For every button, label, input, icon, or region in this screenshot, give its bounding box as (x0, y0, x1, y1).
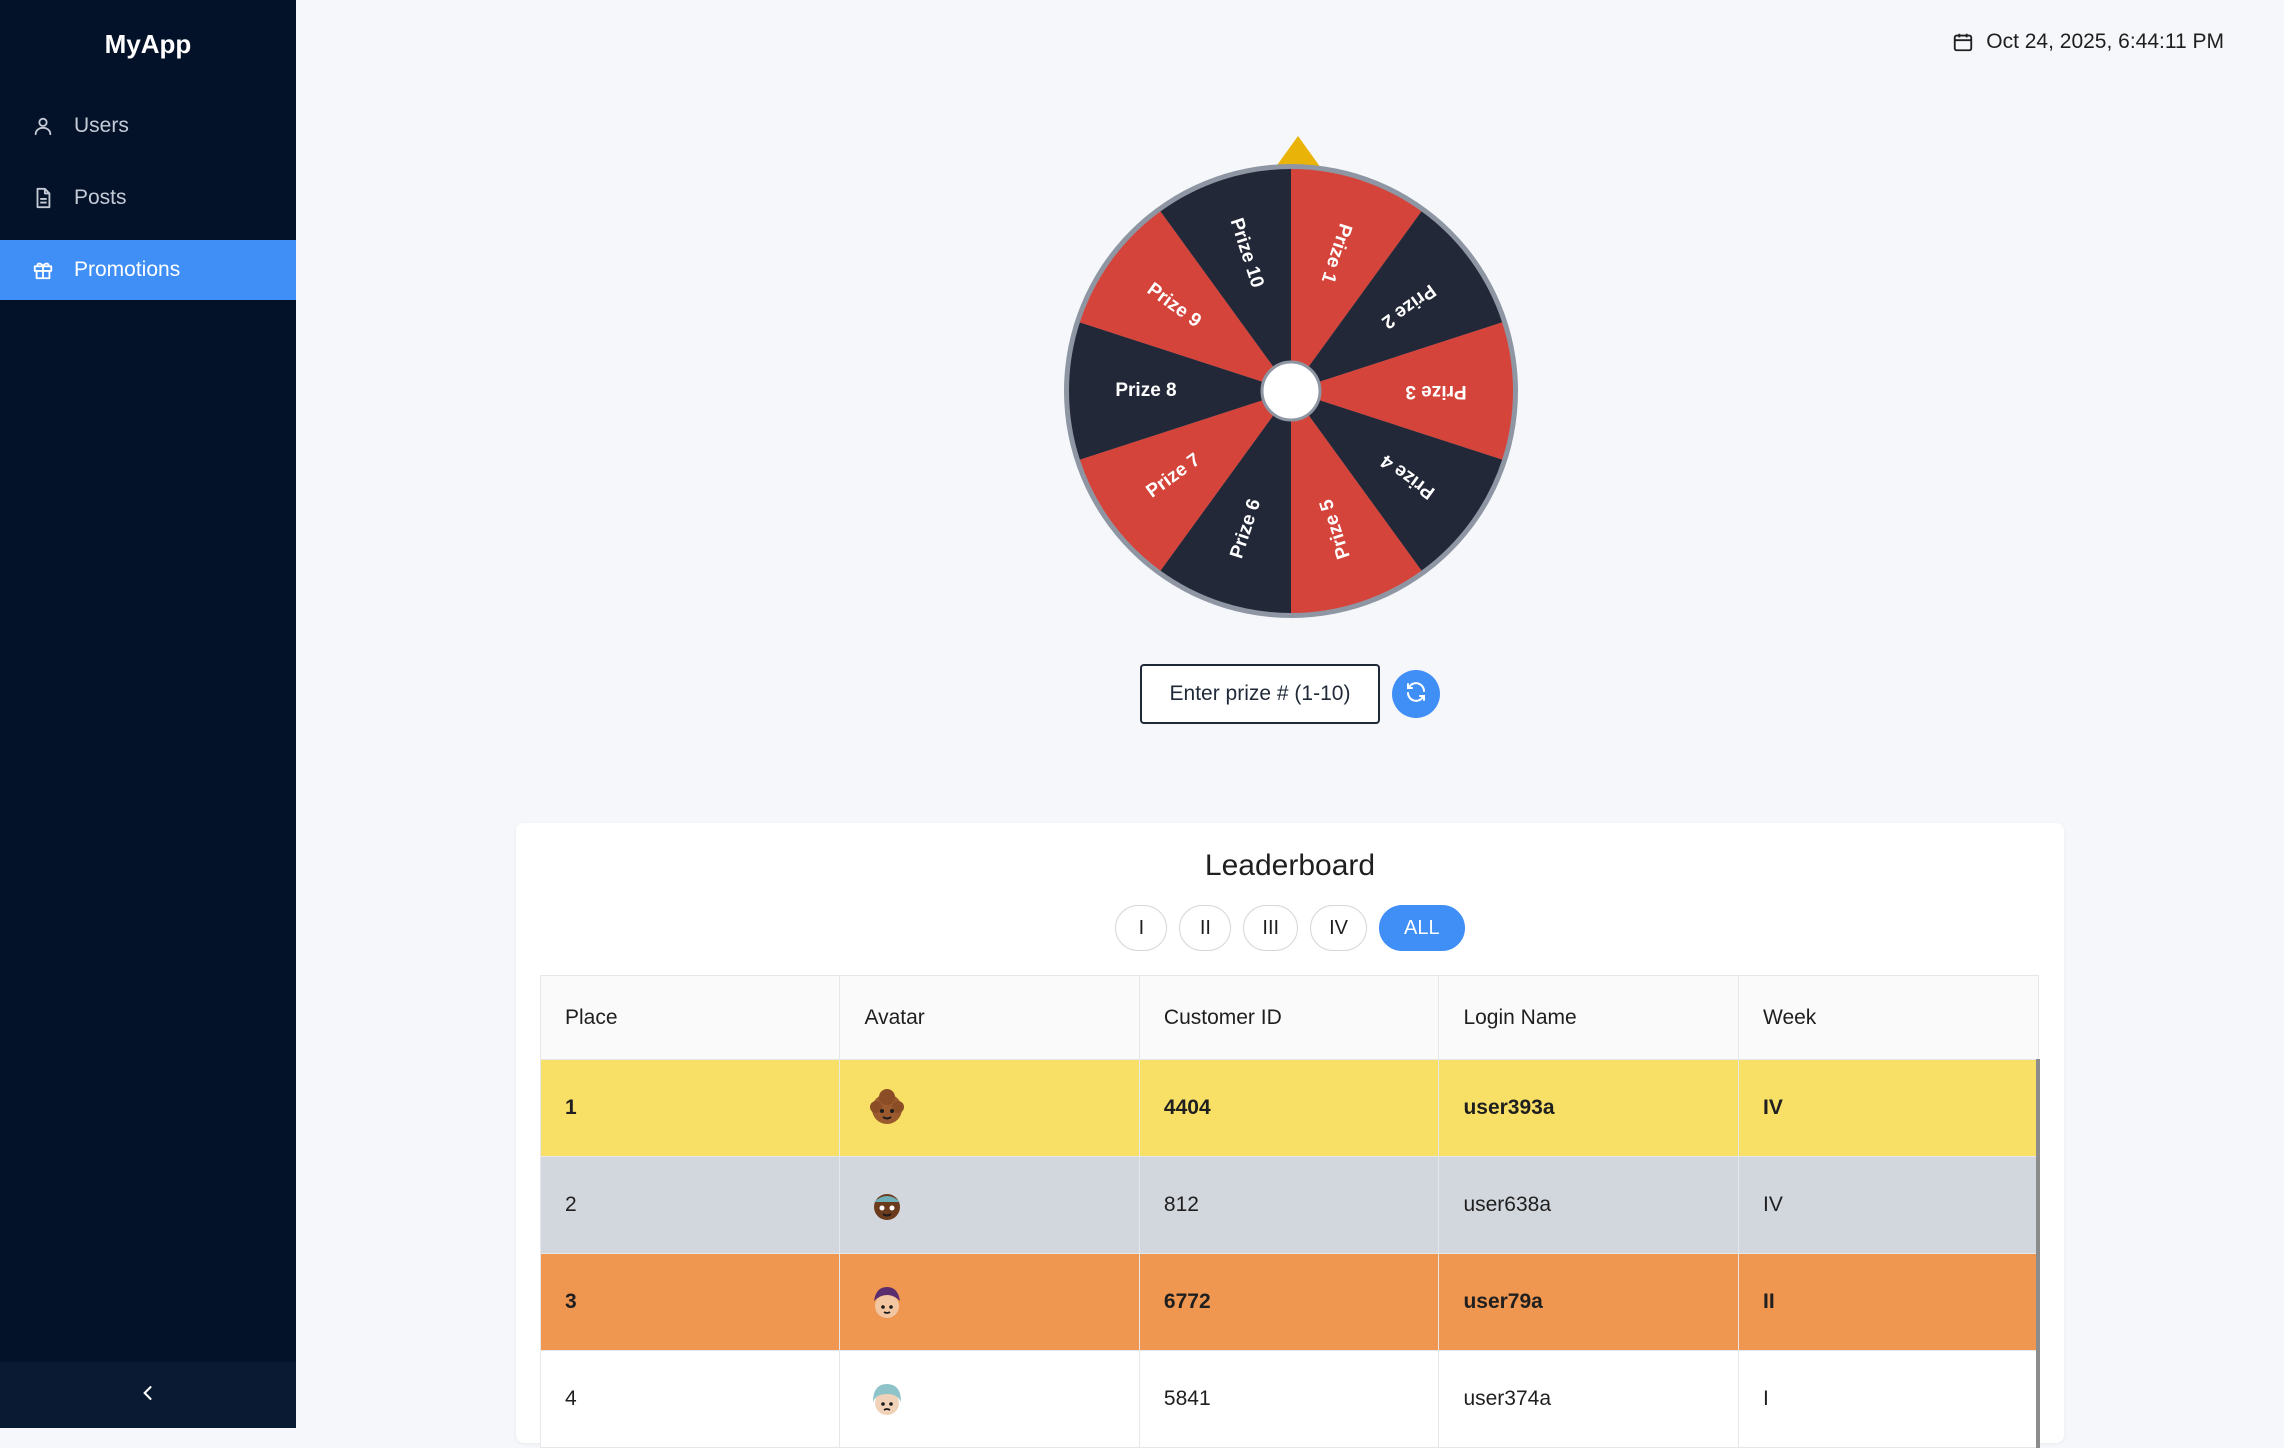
cell-place: 4 (539, 1350, 841, 1448)
table-row[interactable]: 2 812 user638a IV (539, 1156, 2040, 1254)
current-datetime: Oct 24, 2025, 6:44:11 PM (1952, 30, 2224, 54)
avatar-icon (870, 1089, 905, 1124)
sidebar: MyApp Users Posts Promotions (0, 0, 296, 1428)
filter-week-4[interactable]: IV (1310, 905, 1367, 951)
cell-customer-id: 6772 (1138, 1253, 1440, 1351)
cell-place: 3 (539, 1253, 841, 1351)
prize-form (1140, 664, 1440, 724)
sidebar-collapse-button[interactable] (0, 1362, 296, 1428)
column-header-avatar[interactable]: Avatar (839, 975, 1140, 1060)
sidebar-item-users[interactable]: Users (0, 96, 296, 156)
user-icon (32, 115, 54, 137)
prize-number-input[interactable] (1140, 664, 1380, 724)
wheel-prize-label: Prize 3 (1405, 381, 1466, 402)
cell-avatar (839, 1253, 1140, 1351)
cell-place: 2 (539, 1156, 841, 1254)
sidebar-item-posts[interactable]: Posts (0, 168, 296, 228)
sidebar-nav: Users Posts Promotions (0, 96, 296, 300)
cell-place: 1 (539, 1059, 841, 1157)
prize-wheel-graphic: Prize 1Prize 2Prize 3Prize 4Prize 5Prize… (1064, 164, 1518, 618)
sidebar-item-label: Users (74, 114, 129, 137)
wheel-prize-label: Prize 8 (1115, 380, 1176, 401)
calendar-icon (1952, 31, 1974, 53)
app-logo[interactable]: MyApp (0, 0, 296, 88)
table-row[interactable]: 4 5841 user374a I (539, 1350, 2040, 1448)
sidebar-item-promotions[interactable]: Promotions (0, 240, 296, 300)
table-row[interactable]: 3 6772 user79a II (539, 1253, 2040, 1351)
sidebar-item-label: Posts (74, 186, 127, 209)
table-header-row: Place Avatar Customer ID Login Name Week (539, 975, 2039, 1060)
cell-login-name: user79a (1438, 1253, 1739, 1351)
datetime-text: Oct 24, 2025, 6:44:11 PM (1986, 30, 2224, 53)
cell-login-name: user374a (1438, 1350, 1739, 1448)
avatar-icon (874, 1287, 901, 1318)
column-header-place[interactable]: Place (539, 975, 841, 1060)
cell-week: II (1738, 1253, 2040, 1351)
cell-login-name: user393a (1438, 1059, 1739, 1157)
column-header-login-name[interactable]: Login Name (1438, 975, 1739, 1060)
column-header-customer-id[interactable]: Customer ID (1138, 975, 1440, 1060)
leaderboard-table: Place Avatar Customer ID Login Name Week… (539, 975, 2040, 1448)
cell-avatar (839, 1059, 1140, 1157)
filter-week-1[interactable]: I (1115, 905, 1168, 951)
document-icon (32, 187, 54, 209)
cell-avatar (839, 1350, 1140, 1448)
filter-week-2[interactable]: II (1179, 905, 1232, 951)
table-row[interactable]: 1 4404 user393a IV (539, 1059, 2040, 1157)
filter-all[interactable]: ALL (1378, 905, 1465, 951)
refresh-icon (1404, 680, 1428, 709)
avatar-icon (873, 1384, 902, 1415)
cell-customer-id: 5841 (1138, 1350, 1440, 1448)
gift-icon (32, 259, 54, 281)
cell-week: IV (1738, 1156, 2040, 1254)
cell-week: IV (1738, 1059, 2040, 1157)
cell-week: I (1738, 1350, 2040, 1448)
cell-customer-id: 812 (1138, 1156, 1440, 1254)
wheel-hub (1260, 360, 1322, 422)
chevron-left-icon (138, 1383, 158, 1408)
cell-avatar (839, 1156, 1140, 1254)
column-header-week[interactable]: Week (1738, 975, 2039, 1060)
spin-button[interactable] (1392, 670, 1440, 718)
filter-week-3[interactable]: III (1243, 905, 1299, 951)
sidebar-item-label: Promotions (74, 258, 181, 281)
cell-login-name: user638a (1438, 1156, 1739, 1254)
leaderboard-card: Leaderboard I II III IV ALL Place Avatar… (516, 823, 2064, 1448)
cell-customer-id: 4404 (1138, 1059, 1440, 1157)
leaderboard-title: Leaderboard (1204, 849, 1376, 882)
week-filters: I II III IV ALL (516, 905, 2064, 951)
prize-wheel[interactable]: Prize 1 Prize 2 Prize 3 Prize 4 Prize 5 Prize… (1060, 160, 1522, 622)
avatar-icon (874, 1194, 901, 1220)
